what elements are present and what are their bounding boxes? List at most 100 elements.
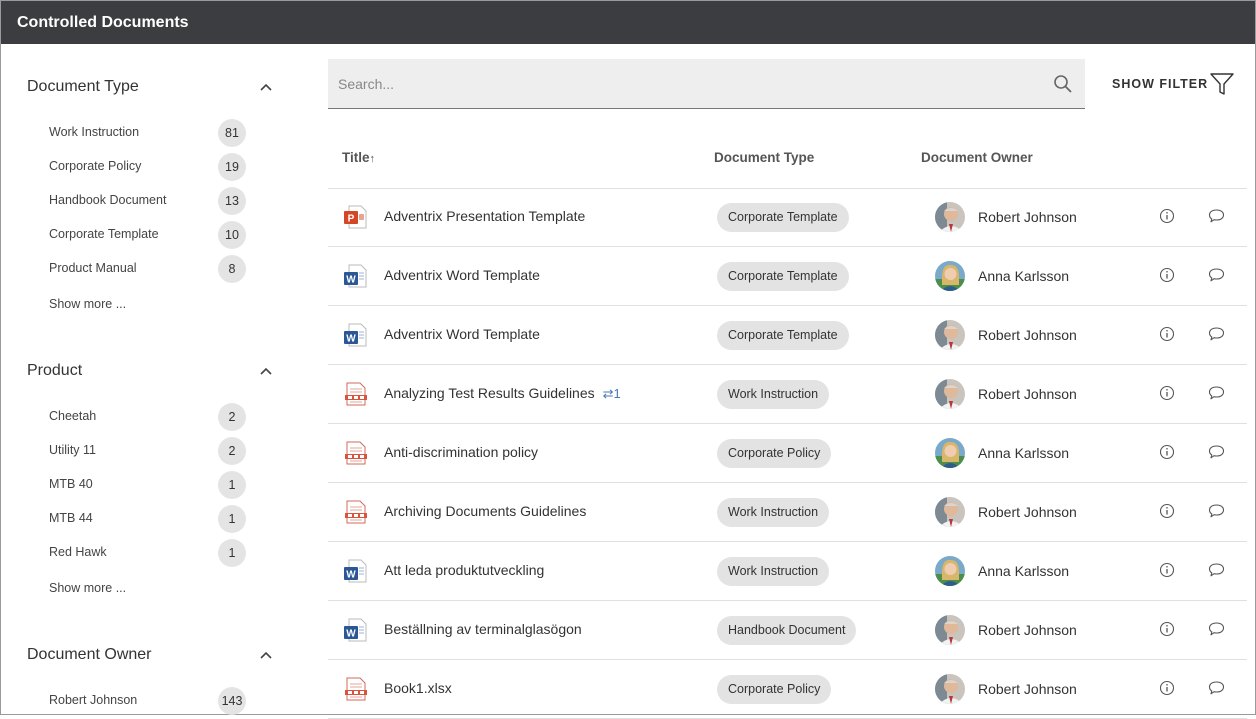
facet-count-badge: 81 [218, 119, 246, 147]
word-file-icon: W [342, 617, 368, 643]
table-row[interactable]: P Adventrix Presentation Template Corporat… [328, 188, 1247, 247]
document-type-chip: Handbook Document [717, 616, 857, 645]
facet-item-product-manual[interactable]: Product Manual 8 [49, 254, 249, 284]
facet-count-badge: 2 [218, 403, 246, 431]
table-row[interactable]: Anti-discrimination policy Corporate Poli… [328, 424, 1247, 483]
sort-ascending-icon: ↑ [369, 153, 376, 165]
search-input[interactable] [328, 59, 1040, 109]
facet-title: Document Type [27, 78, 139, 95]
facet-item-corporate-template[interactable]: Corporate Template 10 [49, 220, 249, 250]
table-row[interactable]: Analyzing Test Results Guidelines ⇄1 Work … [328, 365, 1247, 424]
facet-item-handbook-document[interactable]: Handbook Document 13 [49, 186, 249, 216]
owner-name: Anna Karlsson [978, 563, 1070, 579]
document-title-link[interactable]: Book1.xlsx [384, 680, 452, 696]
document-title-link[interactable]: Att leda produktutveckling [384, 562, 544, 578]
facet-item-mtb-40[interactable]: MTB 40 1 [49, 470, 249, 500]
facet-item-label: Cheetah [49, 409, 97, 423]
table-row[interactable]: W Adventrix Word Template Corporate Templa… [328, 306, 1247, 365]
document-title-link[interactable]: Archiving Documents Guidelines [384, 503, 586, 519]
column-header-document-type[interactable]: Document Type [714, 150, 814, 165]
info-icon[interactable] [1159, 444, 1175, 460]
word-file-icon: W [342, 263, 368, 289]
facet-count-badge: 19 [218, 153, 246, 181]
document-type-chip: Corporate Policy [717, 675, 832, 704]
facet-header-product[interactable]: Product [27, 359, 277, 383]
facet-item-label: MTB 40 [49, 477, 93, 491]
document-title-link[interactable]: Adventrix Presentation Template [384, 208, 585, 224]
document-type-chip: Work Instruction [717, 498, 830, 527]
column-header-document-owner[interactable]: Document Owner [921, 150, 1033, 165]
table-row[interactable]: Archiving Documents Guidelines Work Instr… [328, 483, 1247, 542]
avatar [935, 438, 965, 468]
show-more-link[interactable]: Show more ... [49, 297, 126, 311]
info-icon[interactable] [1159, 562, 1175, 578]
facet-sidebar: Document Type Work Instruction 81 Corpor… [1, 44, 301, 716]
document-type-chip: Corporate Policy [717, 439, 832, 468]
table-row[interactable]: W Adventrix Word Template Corporate Templa… [328, 247, 1247, 306]
facet-header-document-owner[interactable]: Document Owner [27, 643, 277, 667]
facet-item-mtb-44[interactable]: MTB 44 1 [49, 504, 249, 534]
table-row[interactable]: W Beställning av terminalglasögon Handbook… [328, 601, 1247, 660]
facet-item-label: Handbook Document [49, 193, 167, 207]
powerpoint-file-icon: P [342, 204, 368, 230]
info-icon[interactable] [1159, 267, 1175, 283]
info-icon[interactable] [1159, 326, 1175, 342]
facet-item-corporate-policy[interactable]: Corporate Policy 19 [49, 152, 249, 182]
document-title-link[interactable]: Adventrix Word Template [384, 267, 540, 283]
table-row[interactable]: Book1.xlsx Corporate Policy Robert Johnson [328, 660, 1247, 719]
pdf-file-icon [342, 676, 368, 702]
document-title-link[interactable]: Analyzing Test Results Guidelines ⇄1 [384, 385, 621, 402]
show-more-link[interactable]: Show more ... [49, 581, 126, 595]
facet-item-work-instruction[interactable]: Work Instruction 81 [49, 118, 249, 148]
owner-name: Robert Johnson [978, 504, 1077, 520]
pdf-file-icon [342, 381, 368, 407]
info-icon[interactable] [1159, 621, 1175, 637]
facet-header-document-type[interactable]: Document Type [27, 75, 277, 99]
facet-item-utility-11[interactable]: Utility 11 2 [49, 436, 249, 466]
comment-icon[interactable] [1208, 385, 1225, 401]
facet-item-cheetah[interactable]: Cheetah 2 [49, 402, 249, 432]
info-icon[interactable] [1159, 503, 1175, 519]
related-links-badge[interactable]: ⇄1 [603, 386, 621, 401]
funnel-icon [1210, 73, 1234, 95]
comment-icon[interactable] [1208, 444, 1225, 460]
avatar [935, 674, 965, 704]
table-row[interactable]: W Att leda produktutveckling Work Instruct… [328, 542, 1247, 601]
facet-item-red-hawk[interactable]: Red Hawk 1 [49, 538, 249, 568]
facet-item-robert-johnson[interactable]: Robert Johnson 143 [49, 686, 249, 716]
info-icon[interactable] [1159, 385, 1175, 401]
avatar [935, 261, 965, 291]
comment-icon[interactable] [1208, 680, 1225, 696]
facet-item-label: Red Hawk [49, 545, 107, 559]
owner-name: Robert Johnson [978, 386, 1077, 402]
comment-icon[interactable] [1208, 621, 1225, 637]
comment-icon[interactable] [1208, 267, 1225, 283]
avatar [935, 497, 965, 527]
chevron-up-icon[interactable] [259, 648, 273, 662]
chevron-up-icon[interactable] [259, 364, 273, 378]
chevron-up-icon[interactable] [259, 80, 273, 94]
document-title-link[interactable]: Beställning av terminalglasögon [384, 621, 582, 637]
document-type-chip: Corporate Template [717, 262, 849, 291]
facet-count-badge: 143 [218, 687, 246, 715]
info-icon[interactable] [1159, 680, 1175, 696]
show-filter-button[interactable]: SHOW FILTER [1112, 69, 1237, 99]
app-title: Controlled Documents [1, 1, 1255, 44]
facet-count-badge: 1 [218, 539, 246, 567]
word-file-icon: W [342, 558, 368, 584]
comment-icon[interactable] [1208, 503, 1225, 519]
facet-count-badge: 1 [218, 505, 246, 533]
info-icon[interactable] [1159, 208, 1175, 224]
comment-icon[interactable] [1208, 326, 1225, 342]
document-title-link[interactable]: Adventrix Word Template [384, 326, 540, 342]
facet-item-label: Robert Johnson [49, 693, 138, 707]
comment-icon[interactable] [1208, 208, 1225, 224]
facet-item-label: Utility 11 [49, 443, 97, 457]
search-icon[interactable] [1053, 74, 1073, 94]
document-type-chip: Corporate Template [717, 203, 849, 232]
owner-name: Anna Karlsson [978, 268, 1070, 284]
document-title-link[interactable]: Anti-discrimination policy [384, 444, 538, 460]
comment-icon[interactable] [1208, 562, 1225, 578]
column-header-title[interactable]: Title↑ [342, 150, 375, 165]
word-file-icon: W [342, 322, 368, 348]
